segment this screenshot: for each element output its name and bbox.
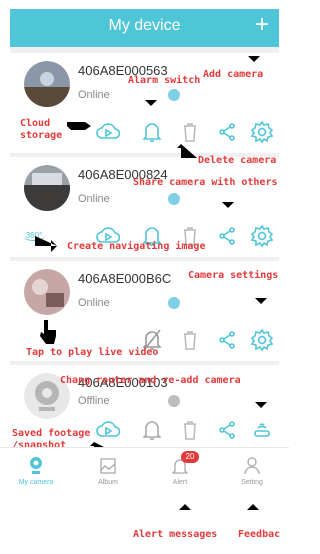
bell-icon: [143, 123, 161, 142]
tab-album[interactable]: Album: [72, 448, 144, 496]
arrow-up-icon: [179, 504, 191, 524]
share-button[interactable]: [213, 325, 241, 355]
arrow-up-icon: [247, 504, 259, 524]
camera-thumbnail[interactable]: [24, 165, 70, 211]
arrow-down-icon: [145, 88, 157, 106]
device-id: 406A8E000B6C: [78, 271, 172, 286]
annotation-share-camera: Share camera with others: [133, 177, 278, 188]
tab-label: Setting: [241, 479, 263, 486]
tab-alert[interactable]: 20 Alert: [144, 448, 216, 496]
annotation-feedback: Feedbac: [238, 529, 281, 540]
trash-icon: [184, 123, 196, 142]
annotation-alarm-switch: Alarm switch: [128, 75, 201, 86]
share-icon: [219, 123, 235, 141]
delete-button[interactable]: [176, 325, 204, 355]
settings-button[interactable]: [248, 221, 276, 251]
settings-button[interactable]: [248, 117, 276, 147]
router-readd-button[interactable]: [248, 415, 276, 445]
curved-arrow-icon: [177, 144, 197, 158]
camera-thumbnail[interactable]: [24, 61, 70, 107]
annotation-create-nav-image: Create navigating image: [67, 241, 206, 252]
wifi-icon: [168, 297, 180, 309]
pointing-hand-icon: [67, 122, 91, 130]
annotation-delete-camera: Delete camera: [198, 155, 277, 166]
trash-icon: [184, 331, 196, 350]
share-icon: [219, 421, 235, 439]
trash-icon: [184, 421, 196, 440]
alert-count-badge: 20: [181, 451, 199, 463]
annotation-add-camera: Add camera: [203, 69, 264, 80]
cloud-play-icon: [96, 421, 120, 437]
bell-icon: [143, 421, 161, 440]
annotation-tap-play: Tap to play live video: [26, 347, 159, 358]
add-device-button[interactable]: +: [255, 11, 269, 39]
device-status: Online: [78, 297, 110, 309]
share-button[interactable]: [213, 117, 241, 147]
tab-label: Alert: [172, 479, 188, 486]
gear-icon: [251, 329, 273, 351]
tab-setting[interactable]: Setting: [216, 448, 288, 496]
curved-arrow-icon: [35, 236, 57, 252]
share-icon: [219, 227, 235, 245]
top-bar: My device +: [10, 9, 279, 47]
cloud-play-icon: [96, 123, 120, 139]
device-status: Online: [78, 193, 110, 205]
alarm-switch-button[interactable]: [138, 415, 166, 445]
user-icon: [244, 457, 260, 475]
settings-button[interactable]: [248, 325, 276, 355]
share-button[interactable]: [213, 221, 241, 251]
camera-thumbnail[interactable]: [24, 269, 70, 315]
arrow-down-icon: [248, 42, 260, 62]
tap-hand-icon: [40, 320, 56, 344]
cloud-storage-button[interactable]: [94, 117, 122, 147]
annotation-camera-settings: Camera settings: [188, 270, 279, 281]
gear-icon: [251, 225, 273, 247]
wifi-icon: [168, 193, 180, 205]
arrow-down-icon: [222, 190, 234, 208]
camera-tab-icon: [30, 457, 42, 474]
tab-label: My camera: [18, 479, 54, 486]
share-button[interactable]: [213, 415, 241, 445]
annotation-alert-messages: Alert messages: [133, 529, 218, 540]
annotation-cloud-storage: Cloud storage: [20, 118, 63, 141]
arrow-down-icon: [255, 388, 267, 408]
gear-icon: [251, 121, 273, 143]
device-status: Offline: [78, 395, 110, 407]
wifi-off-icon: [168, 395, 180, 407]
bottom-tab-bar: My camera Album 20 Alert Setting: [0, 447, 289, 496]
page-title: My device: [108, 17, 181, 34]
image-icon: [100, 458, 116, 474]
alarm-switch-button[interactable]: [138, 117, 166, 147]
share-icon: [219, 331, 235, 349]
tab-label: Album: [98, 479, 118, 486]
delete-button[interactable]: [176, 415, 204, 445]
arrow-down-icon: [255, 284, 267, 304]
router-icon: [254, 423, 270, 437]
wifi-icon: [168, 89, 180, 101]
annotation-router-readd: Chang router and re-add camera: [60, 375, 241, 386]
device-status: Online: [78, 89, 110, 101]
tab-my-camera[interactable]: My camera: [0, 448, 72, 496]
